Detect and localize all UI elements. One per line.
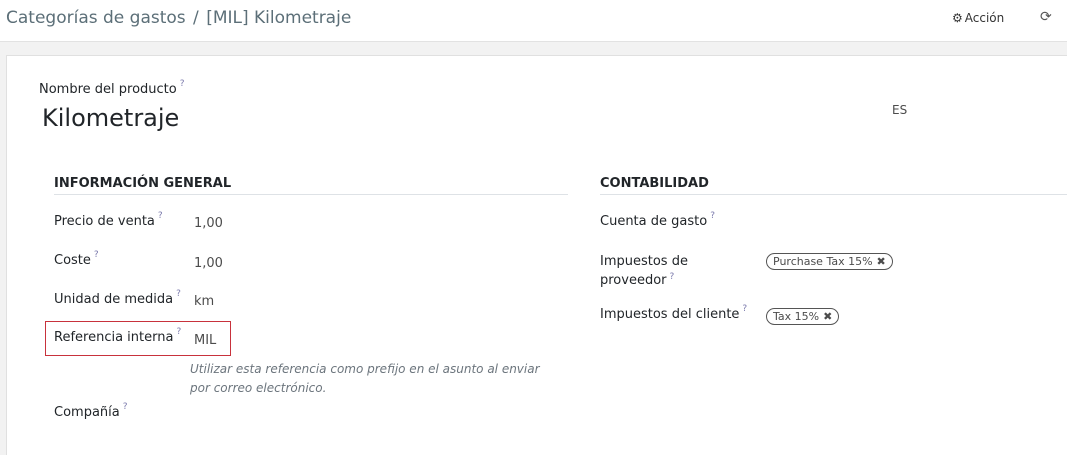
sale-price-label: Precio de venta? xyxy=(54,211,163,229)
help-tooltip-icon[interactable]: ? xyxy=(710,211,715,221)
internal-ref-label: Referencia interna? xyxy=(54,327,182,345)
product-name-label: Nombre del producto? xyxy=(39,79,185,97)
customer-tax-tag: Tax 15% ✖ xyxy=(766,308,840,325)
action-button[interactable]: ⚙ Acción xyxy=(952,11,1004,25)
product-name-field[interactable]: Kilometraje xyxy=(42,104,179,132)
help-tooltip-icon[interactable]: ? xyxy=(176,327,181,337)
control-panel: Categorías de gastos / [MIL] Kilometraje… xyxy=(0,0,1067,42)
internal-ref-field[interactable]: MIL xyxy=(194,333,216,348)
cost-label: Coste? xyxy=(54,250,99,268)
refresh-icon[interactable]: ⟳ xyxy=(1040,9,1052,25)
help-tooltip-icon[interactable]: ? xyxy=(176,289,181,299)
internal-ref-help: Utilizar esta referencia como prefijo en… xyxy=(190,362,540,395)
company-label: Compañía? xyxy=(54,402,128,420)
help-tooltip-icon[interactable]: ? xyxy=(670,272,675,282)
form-sheet: Nombre del producto? Kilometraje ES INFO… xyxy=(6,55,1067,455)
help-tooltip-icon[interactable]: ? xyxy=(158,211,163,221)
action-label: Acción xyxy=(964,11,1005,25)
breadcrumb-separator: / xyxy=(193,8,199,28)
vendor-taxes-label: Impuestos de proveedor? xyxy=(600,254,688,288)
help-tooltip-icon[interactable]: ? xyxy=(94,250,99,260)
vendor-tax-tag: Purchase Tax 15% ✖ xyxy=(766,253,893,270)
remove-tag-icon[interactable]: ✖ xyxy=(877,255,886,268)
cost-field[interactable]: 1,00 xyxy=(194,256,223,271)
uom-label: Unidad de medida? xyxy=(54,289,181,307)
language-button[interactable]: ES xyxy=(892,103,907,117)
help-tooltip-icon[interactable]: ? xyxy=(123,402,128,412)
uom-field[interactable]: km xyxy=(194,294,214,309)
help-tooltip-icon[interactable]: ? xyxy=(180,79,185,89)
accounting-title: CONTABILIDAD xyxy=(600,176,1067,195)
help-tooltip-icon[interactable]: ? xyxy=(742,304,747,314)
breadcrumb-parent-link[interactable]: Categorías de gastos xyxy=(6,8,186,28)
remove-tag-icon[interactable]: ✖ xyxy=(823,310,832,323)
breadcrumb-current: [MIL] Kilometraje xyxy=(206,8,352,28)
breadcrumb: Categorías de gastos / [MIL] Kilometraje xyxy=(6,8,351,28)
general-info-title: INFORMACIÓN GENERAL xyxy=(54,176,568,195)
expense-account-label: Cuenta de gasto? xyxy=(600,211,715,229)
customer-taxes-label: Impuestos del cliente? xyxy=(600,304,748,322)
gear-icon: ⚙ xyxy=(952,11,963,25)
sale-price-field[interactable]: 1,00 xyxy=(194,216,223,231)
